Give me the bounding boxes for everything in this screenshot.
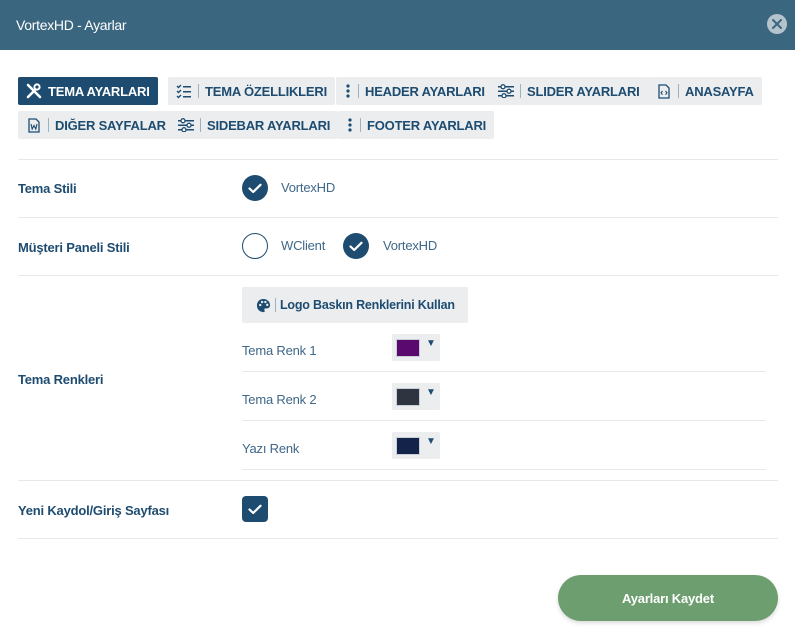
tab-label: FOOTER AYARLARI [367, 117, 487, 133]
tab-label: ANASAYFA [685, 83, 754, 99]
wclient-radio[interactable] [242, 233, 268, 259]
sub-divider [242, 371, 766, 372]
tema-renk-1-picker[interactable]: ▼ [392, 334, 440, 361]
vertical-dots-icon [346, 117, 354, 133]
tema-stili-vortexhd-radio[interactable] [242, 175, 268, 201]
palette-icon [256, 298, 271, 313]
divider [18, 275, 778, 276]
logo-colors-label: Logo Baskın Renklerini Kullan [280, 298, 455, 312]
tab-separator [48, 118, 49, 132]
caret-down-icon: ▼ [426, 387, 436, 398]
sub-divider [242, 420, 766, 421]
yeni-kaydol-checkbox[interactable] [242, 496, 268, 522]
tema-renk-2-picker[interactable]: ▼ [392, 383, 440, 410]
tab-tema-ayarlari[interactable]: TEMA AYARLARI [18, 77, 158, 105]
checkmark-icon [248, 183, 262, 193]
divider [18, 538, 778, 539]
tema-renk-1-label: Tema Renk 1 [242, 343, 317, 358]
vertical-dots-icon [344, 83, 352, 99]
tab-diger-sayfalar[interactable]: DIĞER SAYFALAR [18, 111, 174, 139]
color-swatch [396, 339, 420, 357]
window-title: VortexHD - Ayarlar [16, 17, 127, 33]
color-swatch [396, 437, 420, 455]
caret-down-icon: ▼ [426, 338, 436, 349]
tab-label: DIĞER SAYFALAR [55, 117, 166, 133]
tab-label: TEMA ÖZELLIKLERI [205, 83, 327, 99]
musteri-paneli-label: Müşteri Paneli Stili [18, 240, 130, 255]
tab-label: TEMA AYARLARI [48, 83, 150, 99]
color-swatch [396, 388, 420, 406]
tema-stili-label: Tema Stili [18, 181, 77, 196]
tema-stili-option-label: VortexHD [281, 180, 336, 195]
tab-anasayfa[interactable]: ANASAYFA [648, 77, 762, 105]
tab-separator [360, 118, 361, 132]
tema-renkleri-label: Tema Renkleri [18, 372, 104, 387]
divider [18, 217, 778, 218]
yazi-renk-label: Yazı Renk [242, 441, 300, 456]
tema-renk-2-label: Tema Renk 2 [242, 392, 317, 407]
tab-label: SLIDER AYARLARI [527, 83, 640, 99]
tab-slider-ayarlari[interactable]: SLIDER AYARLARI [490, 77, 648, 105]
tab-separator [200, 118, 201, 132]
tab-label: SIDEBAR AYARLARI [207, 117, 331, 133]
word-file-icon [26, 117, 42, 133]
tab-separator [678, 84, 679, 98]
sliders-icon [178, 117, 194, 133]
wclient-option-label: WClient [281, 238, 326, 253]
tab-separator [358, 84, 359, 98]
checkmark-icon [248, 504, 262, 514]
vortexhd-option-label: VortexHD [383, 238, 438, 253]
title-bar: VortexHD - Ayarlar [0, 0, 795, 50]
button-separator [275, 298, 276, 312]
close-button[interactable] [767, 14, 787, 34]
sub-divider [242, 469, 766, 470]
sliders-icon [498, 83, 514, 99]
tab-footer-ayarlari[interactable]: FOOTER AYARLARI [338, 111, 495, 139]
yazi-renk-picker[interactable]: ▼ [392, 432, 440, 459]
save-button[interactable]: Ayarları Kaydet [558, 575, 778, 621]
divider [18, 480, 778, 481]
checklist-icon [176, 83, 192, 99]
tab-tema-ozellikleri[interactable]: TEMA ÖZELLIKLERI [168, 77, 335, 105]
musteri-vortexhd-radio[interactable] [343, 233, 369, 259]
tab-label: HEADER AYARLARI [365, 83, 485, 99]
yeni-kaydol-label: Yeni Kaydol/Giriş Sayfası [18, 503, 170, 518]
tab-separator [198, 84, 199, 98]
tools-icon [26, 83, 42, 99]
tab-header-ayarlari[interactable]: HEADER AYARLARI [336, 77, 493, 105]
checkmark-icon [349, 241, 363, 251]
close-icon [772, 19, 782, 29]
caret-down-icon: ▼ [426, 436, 436, 447]
code-file-icon [656, 83, 672, 99]
divider [18, 159, 778, 160]
tab-separator [520, 84, 521, 98]
tab-sidebar-ayarlari[interactable]: SIDEBAR AYARLARI [170, 111, 339, 139]
logo-colors-button[interactable]: Logo Baskın Renklerini Kullan [242, 287, 468, 323]
